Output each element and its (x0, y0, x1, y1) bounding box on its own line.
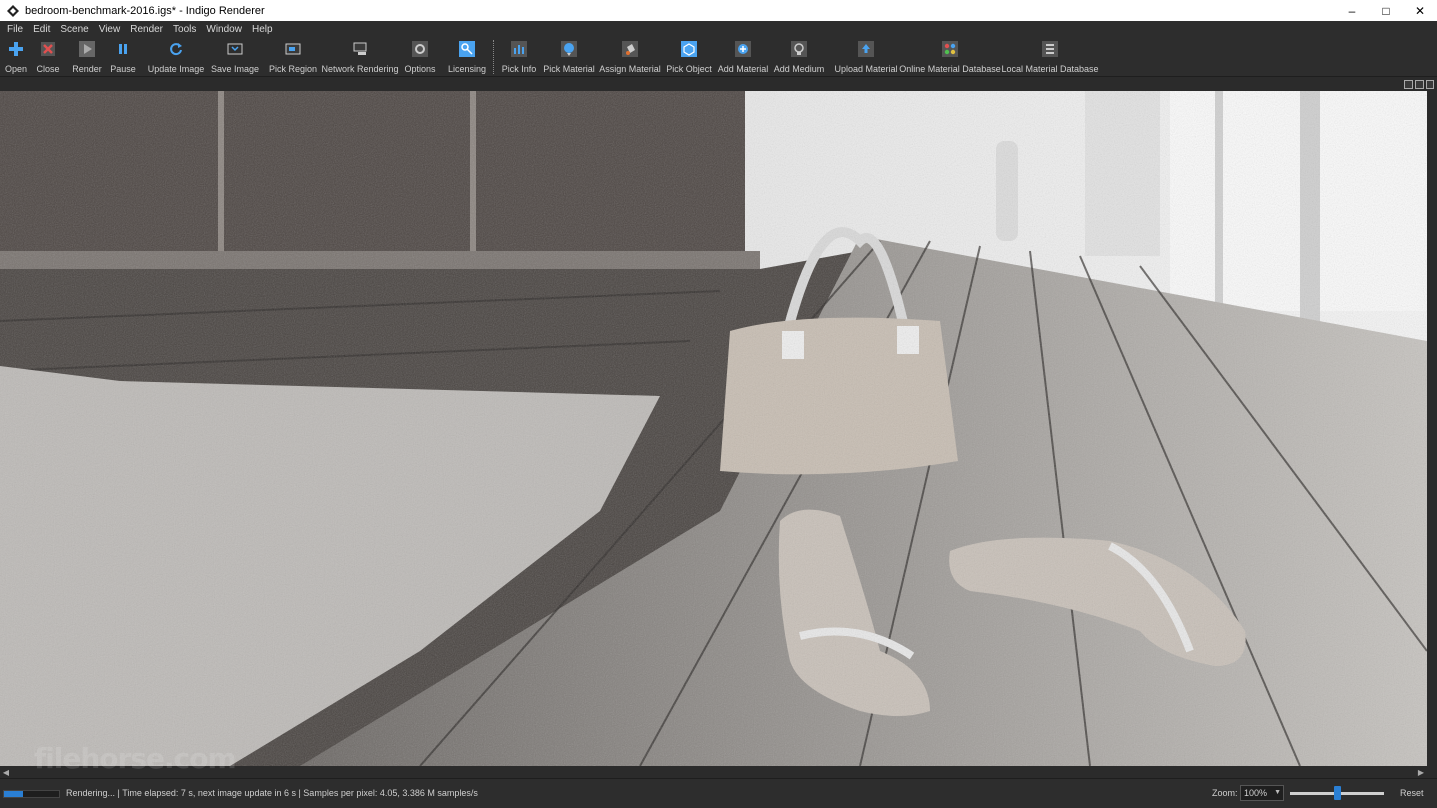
pick-info-button[interactable]: Pick Info (502, 37, 536, 77)
upload-icon (857, 40, 875, 58)
region-icon (284, 40, 302, 58)
render-progress-bar (3, 790, 60, 798)
network-icon (351, 40, 369, 58)
render-button[interactable]: Render (72, 37, 102, 77)
close-window-button[interactable]: ✕ (1403, 0, 1437, 21)
add-material-icon (734, 40, 752, 58)
minimize-button[interactable]: – (1335, 0, 1369, 21)
menu-window[interactable]: Window (201, 24, 247, 35)
open-button[interactable]: Open (5, 37, 27, 77)
licensing-button[interactable]: Licensing (448, 37, 486, 77)
main-toolbar: Open Close Render Pause Update Image Sav… (0, 37, 1437, 77)
local-material-database-button[interactable]: Local Material Database (1001, 37, 1099, 77)
window-title: bedroom-benchmark-2016.igs* - Indigo Ren… (25, 4, 265, 17)
close-button[interactable]: Close (36, 37, 60, 77)
add-material-button[interactable]: Add Material (718, 37, 768, 77)
dots-grid-icon (941, 40, 959, 58)
zoom-slider-handle[interactable] (1333, 786, 1341, 800)
rendered-scene-image (0, 91, 1427, 766)
indigo-diamond-icon (7, 4, 19, 17)
network-rendering-button[interactable]: Network Rendering (321, 37, 399, 77)
menu-scene[interactable]: Scene (55, 24, 93, 35)
vertical-scrollbar[interactable] (1427, 91, 1437, 766)
play-icon (78, 40, 96, 58)
menu-render[interactable]: Render (125, 24, 168, 35)
zoom-value: 100% (1244, 788, 1268, 798)
menu-help[interactable]: Help (247, 24, 278, 35)
zoom-label: Zoom: (1212, 788, 1238, 798)
upload-material-button[interactable]: Upload Material (834, 37, 898, 77)
save-image-icon (226, 40, 244, 58)
online-material-database-button[interactable]: Online Material Database (899, 37, 1001, 77)
plus-icon (7, 40, 25, 58)
update-image-button[interactable]: Update Image (148, 37, 204, 77)
chevron-down-icon: ▼ (1274, 789, 1281, 796)
status-text: Rendering... | Time elapsed: 7 s, next i… (66, 788, 478, 798)
menu-view[interactable]: View (94, 24, 126, 35)
bar-chart-icon (510, 40, 528, 58)
assign-material-button[interactable]: Assign Material (599, 37, 661, 77)
menu-tools[interactable]: Tools (168, 24, 201, 35)
pick-material-icon (560, 40, 578, 58)
undock-icon[interactable] (1404, 80, 1413, 89)
gear-icon (411, 40, 429, 58)
maximize-button[interactable]: □ (1369, 0, 1403, 21)
menu-edit[interactable]: Edit (28, 24, 55, 35)
scroll-right-icon[interactable]: ▶ (1415, 768, 1427, 777)
close-view-icon[interactable] (1426, 80, 1434, 89)
render-viewport[interactable] (0, 91, 1427, 766)
add-medium-button[interactable]: Add Medium (774, 37, 824, 77)
pause-button[interactable]: Pause (110, 37, 136, 77)
options-button[interactable]: Options (404, 37, 436, 77)
pick-object-button[interactable]: Pick Object (666, 37, 712, 77)
pause-icon (114, 40, 132, 58)
bulb-icon (790, 40, 808, 58)
close-x-icon (39, 40, 57, 58)
cube-icon (680, 40, 698, 58)
reset-button[interactable]: Reset (1400, 788, 1424, 798)
save-image-button[interactable]: Save Image (211, 37, 259, 77)
zoom-dropdown[interactable]: 100% ▼ (1240, 785, 1284, 801)
paint-bucket-icon (621, 40, 639, 58)
refresh-icon (167, 40, 185, 58)
key-icon (458, 40, 476, 58)
pick-material-button[interactable]: Pick Material (543, 37, 595, 77)
scroll-left-icon[interactable]: ◀ (0, 768, 12, 777)
viewport-header (0, 77, 1437, 91)
toolbar-separator (493, 40, 494, 74)
title-bar: bedroom-benchmark-2016.igs* - Indigo Ren… (0, 0, 1437, 21)
menu-bar: File Edit Scene View Render Tools Window… (0, 21, 1437, 37)
status-bar: Rendering... | Time elapsed: 7 s, next i… (0, 778, 1437, 808)
menu-file[interactable]: File (2, 24, 28, 35)
database-icon (1041, 40, 1059, 58)
restore-view-icon[interactable] (1415, 80, 1424, 89)
watermark-logo: filehorse.com (34, 742, 237, 775)
pick-region-button[interactable]: Pick Region (269, 37, 317, 77)
